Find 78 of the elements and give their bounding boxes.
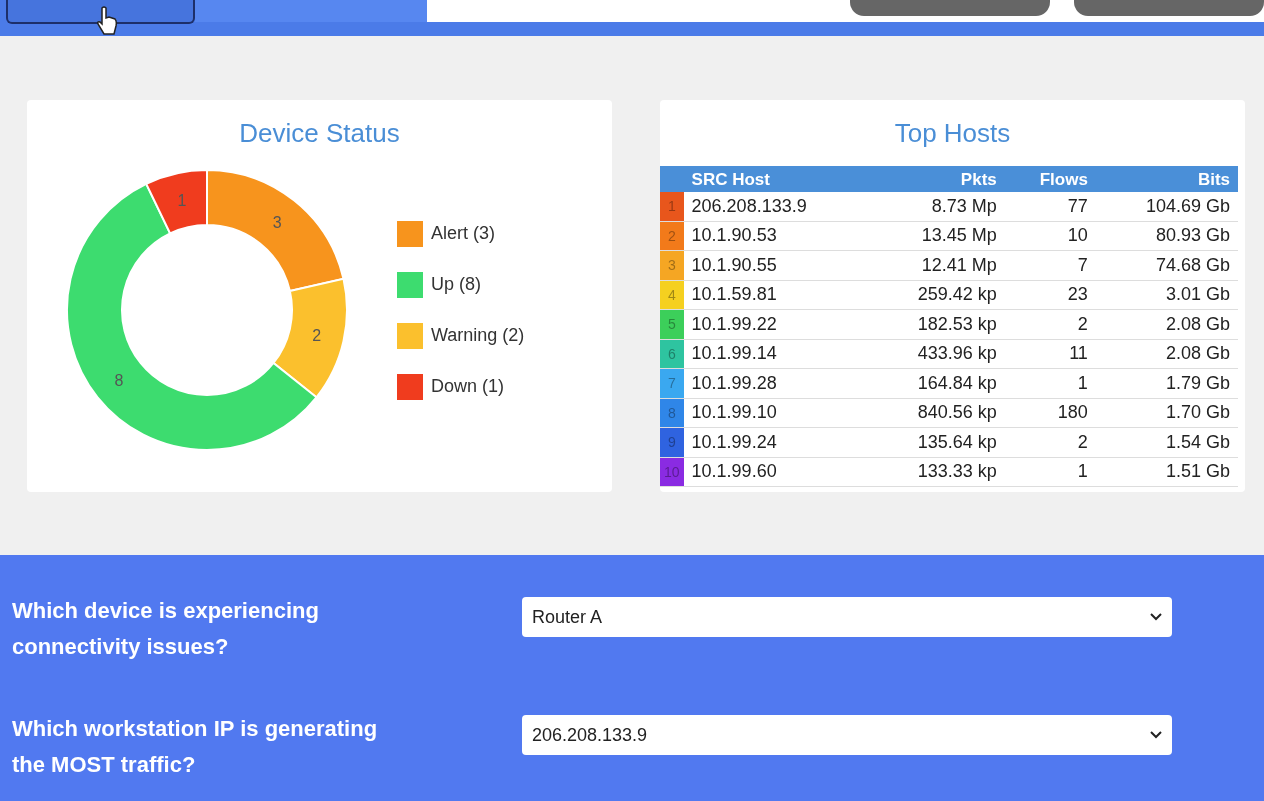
table-cell: 104.69 Gb: [1095, 192, 1238, 221]
table-cell: 2.08 Gb: [1095, 339, 1238, 369]
column-header: Pkts: [869, 166, 1005, 192]
table-cell: 80.93 Gb: [1095, 221, 1238, 251]
chevron-down-icon: [1150, 731, 1162, 739]
rank-badge: 5: [660, 309, 684, 339]
table-cell: 259.42 kp: [869, 280, 1005, 310]
table-cell: 2: [1004, 427, 1096, 457]
legend-label: Up (8): [431, 274, 481, 295]
table-cell: 10.1.99.24: [683, 427, 870, 457]
table-cell: 10.1.99.60: [683, 457, 870, 487]
slice-label: 3: [272, 214, 282, 232]
table-cell: 1: [1004, 457, 1096, 487]
tab[interactable]: [6, 0, 195, 24]
column-header: Flows: [1004, 166, 1096, 192]
legend-swatch: [397, 373, 423, 400]
toolbar-button[interactable]: [850, 0, 1050, 16]
question-text: Which workstation IP is generating the MOST traffic?: [12, 715, 379, 779]
table-cell: 7: [1004, 250, 1096, 280]
rank-badge: 4: [660, 280, 684, 310]
legend-swatch: [397, 220, 423, 247]
legend-swatch: [397, 271, 423, 298]
question-text: Which device is experiencing connectivity issues?: [12, 597, 320, 661]
column-header: SRC Host: [683, 166, 870, 192]
legend-label: Warning (2): [431, 325, 525, 346]
card-title: Top Hosts: [893, 117, 1012, 150]
table-cell: 206.208.133.9: [683, 192, 870, 221]
rank-badge: 6: [660, 339, 684, 369]
table-cell: 1: [1004, 368, 1096, 398]
table-cell: 12.41 Mp: [869, 250, 1005, 280]
table-cell: 10.1.99.14: [683, 339, 870, 369]
table-cell: 182.53 kp: [869, 309, 1005, 339]
table-cell: 10.1.90.55: [683, 250, 870, 280]
table-cell: 1.54 Gb: [1095, 427, 1238, 457]
table-cell: 10.1.99.28: [683, 368, 870, 398]
table-cell: 11: [1004, 339, 1096, 369]
table-cell: 1.79 Gb: [1095, 368, 1238, 398]
slice-label: 1: [177, 192, 187, 210]
table-cell: 2: [1004, 309, 1096, 339]
table-cell: 77: [1004, 192, 1096, 221]
table-cell: 10.1.59.81: [683, 280, 870, 310]
table-cell: 133.33 kp: [869, 457, 1005, 487]
answer-dropdown[interactable]: 206.208.133.9: [522, 715, 1172, 755]
table-cell: 74.68 Gb: [1095, 250, 1238, 280]
legend-swatch: [397, 322, 423, 349]
rank-badge: 8: [660, 398, 684, 428]
table-cell: 1.70 Gb: [1095, 398, 1238, 428]
table-cell: 2.08 Gb: [1095, 309, 1238, 339]
hand-cursor-icon: [96, 6, 118, 36]
table-cell: 180: [1004, 398, 1096, 428]
column-header: Bits: [1095, 166, 1238, 192]
table-cell: 8.73 Mp: [869, 192, 1005, 221]
table-cell: 3.01 Gb: [1095, 280, 1238, 310]
rank-badge: 1: [660, 192, 684, 221]
table-cell: 135.64 kp: [869, 427, 1005, 457]
table-cell: 10: [1004, 221, 1096, 251]
rank-badge: 2: [660, 221, 684, 251]
table-cell: 10.1.99.22: [683, 309, 870, 339]
table-cell: 10.1.90.53: [683, 221, 870, 251]
rank-badge: 7: [660, 368, 684, 398]
table-cell: 13.45 Mp: [869, 221, 1005, 251]
legend-label: Down (1): [431, 376, 505, 397]
legend-label: Alert (3): [431, 223, 495, 244]
table-cell: 10.1.99.10: [683, 398, 870, 428]
table-cell: 433.96 kp: [869, 339, 1005, 369]
table-cell: 1.51 Gb: [1095, 457, 1238, 487]
table-cell: 840.56 kp: [869, 398, 1005, 428]
slice-label: 2: [312, 327, 322, 345]
chevron-down-icon: [1150, 613, 1162, 621]
card-title: Device Status: [238, 117, 401, 150]
table-cell: 164.84 kp: [869, 368, 1005, 398]
rank-badge: 3: [660, 250, 684, 280]
rank-badge: 9: [660, 427, 684, 457]
table-cell: 23: [1004, 280, 1096, 310]
slice-label: 8: [114, 372, 124, 390]
toolbar-button[interactable]: [1074, 0, 1264, 16]
answer-dropdown[interactable]: Router A: [522, 597, 1172, 637]
rank-badge: 10: [660, 457, 684, 487]
